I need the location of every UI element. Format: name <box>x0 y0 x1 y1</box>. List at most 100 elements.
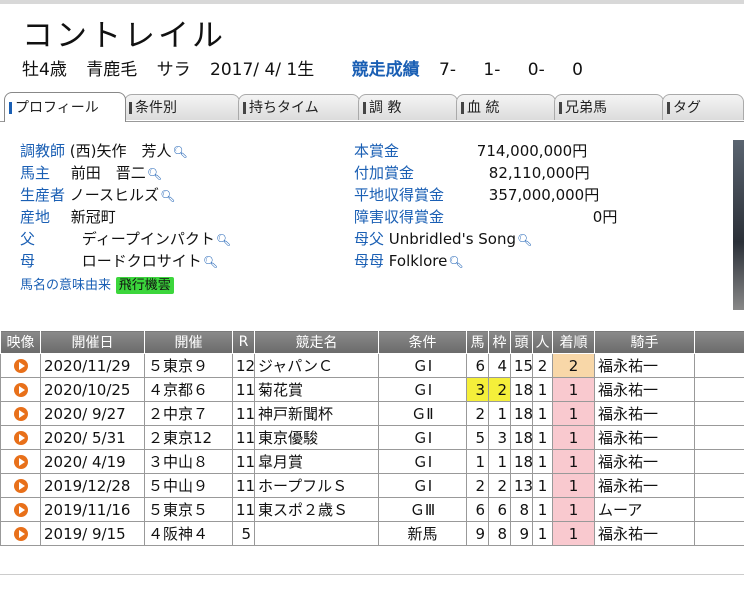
overflow-cell <box>694 401 744 426</box>
video-play-icon[interactable] <box>13 503 28 517</box>
field-size: 15 <box>510 353 533 378</box>
popularity: 2 <box>532 353 553 378</box>
video-play-icon[interactable] <box>0 449 41 474</box>
race-name[interactable]: 神戸新聞杯 <box>254 401 379 426</box>
overflow-cell <box>694 353 744 378</box>
race-condition: ＧⅠ <box>378 353 467 378</box>
video-play-icon[interactable] <box>13 359 28 373</box>
damsire-value[interactable]: Unbridled's Song <box>389 230 516 248</box>
jockey-name[interactable]: 福永祐一 <box>594 401 695 426</box>
col-video[interactable]: 映像 <box>0 330 41 354</box>
col-race-number[interactable]: R <box>232 330 255 354</box>
jockey-name[interactable]: 福永祐一 <box>594 425 695 450</box>
table-row[interactable]: 2020/ 4/19 ３中山８ 11 皐月賞 ＧⅠ 1 1 18 1 1 福永祐一 <box>0 449 744 474</box>
race-name[interactable]: 菊花賞 <box>254 377 379 402</box>
race-number: 11 <box>232 449 255 474</box>
video-play-icon[interactable] <box>13 527 28 541</box>
table-row[interactable]: 2020/11/29 ５東京９ 12 ジャパンＣ ＧⅠ 6 4 15 2 2 福永祐一 <box>0 353 744 378</box>
col-field-size[interactable]: 頭 <box>510 330 533 354</box>
owner-value[interactable]: 前田 晋二 <box>71 164 146 182</box>
jockey-name[interactable]: ムーア <box>594 497 695 522</box>
race-name[interactable]: ジャパンＣ <box>254 353 379 378</box>
search-icon[interactable]: 🔍︎ <box>216 233 231 247</box>
col-popularity[interactable]: 人 <box>532 330 553 354</box>
video-play-icon[interactable] <box>13 383 28 397</box>
tab-best-times[interactable]: 持ちタイム <box>238 94 360 120</box>
race-name[interactable] <box>254 521 379 546</box>
search-icon[interactable]: 🔍︎ <box>173 145 188 159</box>
horse-subinfo: 牡4歳 青鹿毛 サラ 2017/ 4/ 1生 競走成績 7- 1- 0- 0 <box>22 55 605 80</box>
sire-value[interactable]: ディープインパクト <box>82 230 215 248</box>
field-size: 8 <box>510 497 533 522</box>
table-row[interactable]: 2019/12/28 ５中山９ 11 ホープフルＳ ＧⅠ 2 2 13 1 1 福永祐一 <box>0 473 744 498</box>
video-play-icon[interactable] <box>13 479 28 493</box>
flat-earnings-value: 357,000,000円 <box>488 186 600 204</box>
search-icon[interactable]: 🔍︎ <box>203 255 218 269</box>
race-name[interactable]: 皐月賞 <box>254 449 379 474</box>
race-date: 2020/ 9/27 <box>40 401 145 426</box>
race-number: 11 <box>232 401 255 426</box>
search-icon[interactable]: 🔍︎ <box>147 167 162 181</box>
video-play-icon[interactable] <box>0 401 41 426</box>
video-play-icon[interactable] <box>13 431 28 445</box>
search-icon[interactable]: 🔍︎ <box>448 255 463 269</box>
dam-value[interactable]: ロードクロサイト <box>82 252 202 270</box>
col-condition[interactable]: 条件 <box>378 330 467 354</box>
video-play-icon[interactable] <box>0 425 41 450</box>
sire-label: 父 <box>20 230 36 248</box>
table-row[interactable]: 2020/ 5/31 ２東京12 11 東京優駿 ＧⅠ 5 3 18 1 1 福永祐一 <box>0 425 744 450</box>
race-name[interactable]: 東スポ２歳Ｓ <box>254 497 379 522</box>
video-play-icon[interactable] <box>0 497 41 522</box>
col-horse-number[interactable]: 馬 <box>466 330 489 354</box>
table-row[interactable]: 2019/ 9/15 ４阪神４ 5 新馬 9 8 9 1 1 福永祐一 <box>0 521 744 546</box>
tab-siblings[interactable]: 兄弟馬 <box>554 94 664 120</box>
video-play-icon[interactable] <box>0 521 41 546</box>
jockey-name[interactable]: 福永祐一 <box>594 353 695 378</box>
jockey-name[interactable]: 福永祐一 <box>594 473 695 498</box>
breeder-value[interactable]: ノースヒルズ <box>70 186 159 204</box>
video-play-icon[interactable] <box>0 353 41 378</box>
damdam-value[interactable]: Folklore <box>389 252 448 270</box>
tab-conditions[interactable]: 条件別 <box>124 94 240 120</box>
race-meeting: ５東京５ <box>144 497 233 522</box>
search-icon[interactable]: 🔍︎ <box>160 189 175 203</box>
tab-pedigree[interactable]: 血 統 <box>456 94 556 120</box>
jockey-name[interactable]: 福永祐一 <box>594 449 695 474</box>
race-name[interactable]: ホープフルＳ <box>254 473 379 498</box>
col-finish[interactable]: 着順 <box>552 330 595 354</box>
col-date[interactable]: 開催日 <box>40 330 145 354</box>
tab-profile[interactable]: プロフィール <box>4 92 126 122</box>
table-row[interactable]: 2020/ 9/27 ２中京７ 11 神戸新聞杯 ＧⅡ 2 1 18 1 1 福永祐一 <box>0 401 744 426</box>
finish-position: 1 <box>552 377 595 402</box>
horse-name: コントレイル <box>22 18 226 54</box>
col-jockey[interactable]: 騎手 <box>594 330 695 354</box>
record-thirds: 0- <box>527 60 545 80</box>
owner-label: 馬主 <box>20 164 51 182</box>
video-play-icon[interactable] <box>0 473 41 498</box>
col-gate[interactable]: 枠 <box>488 330 511 354</box>
race-results-table: 映像 開催日 開催 R 競走名 条件 馬 枠 頭 人 着順 騎手 2020/11… <box>0 330 744 546</box>
dam-label: 母 <box>20 252 36 270</box>
race-record-link[interactable]: 競走成績 <box>352 60 420 80</box>
horse-photo-thumbnail[interactable] <box>733 140 744 310</box>
race-date: 2019/12/28 <box>40 473 145 498</box>
finish-position: 1 <box>552 401 595 426</box>
video-play-icon[interactable] <box>13 455 28 469</box>
video-play-icon[interactable] <box>13 407 28 421</box>
tab-training[interactable]: 調 教 <box>358 94 458 120</box>
table-row[interactable]: 2019/11/16 ５東京５ 11 東スポ２歳Ｓ ＧⅢ 6 6 8 1 1 ムーア <box>0 497 744 522</box>
search-icon[interactable]: 🔍︎ <box>517 233 532 247</box>
damsire-label: 母父 <box>354 230 385 248</box>
video-play-icon[interactable] <box>0 377 41 402</box>
race-name[interactable]: 東京優駿 <box>254 425 379 450</box>
trainer-value[interactable]: (西)矢作 芳人 <box>70 142 172 160</box>
popularity: 1 <box>532 425 553 450</box>
race-condition: 新馬 <box>378 521 467 546</box>
table-row[interactable]: 2020/10/25 ４京都６ 11 菊花賞 ＧⅠ 3 2 18 1 1 福永祐一 <box>0 377 744 402</box>
jockey-name[interactable]: 福永祐一 <box>594 521 695 546</box>
jockey-name[interactable]: 福永祐一 <box>594 377 695 402</box>
race-number: 5 <box>232 521 255 546</box>
col-meeting[interactable]: 開催 <box>144 330 233 354</box>
col-race-name[interactable]: 競走名 <box>254 330 379 354</box>
tab-tags[interactable]: タグ <box>662 94 744 120</box>
